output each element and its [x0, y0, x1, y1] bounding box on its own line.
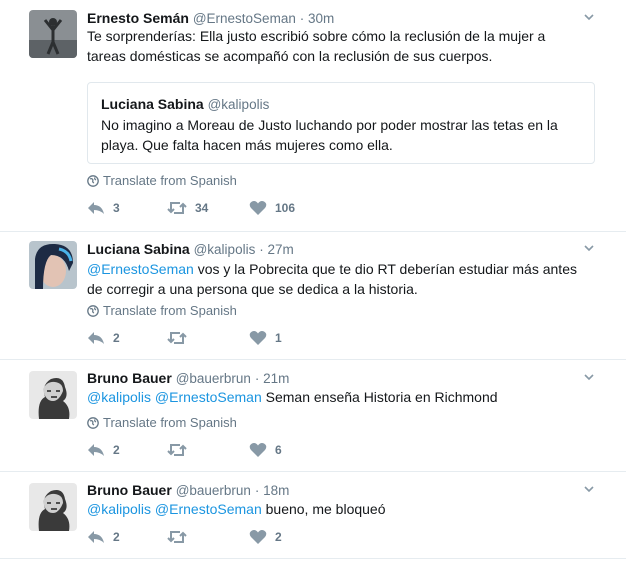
like-button[interactable]: 1 [249, 330, 282, 346]
mention-link[interactable]: @ErnestoSeman [87, 261, 194, 277]
globe-icon [87, 305, 99, 317]
retweet-button[interactable] [167, 330, 195, 346]
caret-down-icon[interactable] [584, 372, 594, 382]
mention-link[interactable]: @ErnestoSeman [155, 389, 262, 405]
retweet-button[interactable] [167, 529, 195, 545]
tweet-2[interactable]: Luciana Sabina @kalipolis · 27m @Ernesto… [0, 231, 626, 360]
author-name[interactable]: Luciana Sabina [87, 241, 190, 257]
author-handle[interactable]: @kalipolis [194, 242, 256, 257]
like-button[interactable]: 106 [249, 200, 295, 216]
tweet-text: @kalipolis @ErnestoSeman bueno, me bloqu… [87, 500, 587, 520]
tweet-4[interactable]: Bruno Bauer @bauerbrun · 18m @kalipolis … [0, 471, 626, 559]
heart-icon [249, 530, 267, 544]
reply-button[interactable]: 2 [87, 442, 120, 458]
reply-button[interactable]: 3 [87, 200, 120, 216]
retweet-icon [167, 202, 187, 214]
like-count: 1 [275, 331, 282, 345]
tweet-body: bueno, me bloqueó [261, 501, 386, 517]
quoted-author-handle: @kalipolis [207, 97, 270, 112]
caret-down-icon[interactable] [584, 484, 594, 494]
like-count: 2 [275, 530, 282, 544]
author-name[interactable]: Bruno Bauer [87, 370, 172, 386]
translate-label: Translate from Spanish [103, 303, 237, 318]
reply-count: 2 [113, 530, 120, 544]
reply-count: 2 [113, 443, 120, 457]
retweet-button[interactable] [167, 442, 195, 458]
reply-count: 3 [113, 201, 120, 215]
retweet-count: 34 [195, 201, 209, 215]
tweet-header: Ernesto Semán @ErnestoSeman · 30m [87, 10, 334, 26]
avatar[interactable] [29, 10, 77, 58]
reply-count: 2 [113, 331, 120, 345]
mention-link[interactable]: @kalipolis [87, 389, 151, 405]
like-button[interactable]: 2 [249, 529, 282, 545]
retweet-icon [167, 332, 187, 344]
globe-icon [87, 175, 99, 187]
reply-icon [88, 332, 104, 344]
tweet-header: Bruno Bauer @bauerbrun · 21m [87, 370, 289, 386]
reply-icon [88, 531, 104, 543]
mention-link[interactable]: @ErnestoSeman [155, 501, 262, 517]
avatar[interactable] [29, 371, 77, 419]
heart-icon [249, 443, 267, 457]
retweet-button[interactable]: 34 [167, 200, 208, 216]
tweet-3[interactable]: Bruno Bauer @bauerbrun · 21m @kalipolis … [0, 359, 626, 472]
author-handle[interactable]: @bauerbrun [176, 483, 251, 498]
quoted-author-name: Luciana Sabina [101, 96, 204, 112]
translate-label: Translate from Spanish [103, 415, 237, 430]
caret-down-icon[interactable] [584, 243, 594, 253]
mention-link[interactable]: @kalipolis [87, 501, 151, 517]
author-name[interactable]: Bruno Bauer [87, 482, 172, 498]
author-handle[interactable]: @bauerbrun [176, 371, 251, 386]
reply-icon [88, 444, 104, 456]
tweet-text: Te sorprenderías: Ella justo escribió so… [87, 28, 546, 64]
like-count: 106 [275, 201, 296, 215]
translate-link[interactable]: Translate from Spanish [87, 415, 237, 430]
timestamp[interactable]: · 18m [255, 483, 290, 498]
author-name[interactable]: Ernesto Semán [87, 10, 189, 26]
timestamp[interactable]: · 27m [259, 242, 294, 257]
like-count: 6 [275, 443, 282, 457]
tweet-body: Seman enseña Historia en Richmond [261, 389, 498, 405]
globe-icon [87, 417, 99, 429]
tweet-text: @kalipolis @ErnestoSeman Seman enseña Hi… [87, 388, 587, 408]
like-button[interactable]: 6 [249, 442, 282, 458]
tweet-1[interactable]: Ernesto Semán @ErnestoSeman · 30m Te sor… [0, 0, 626, 232]
author-handle[interactable]: @ErnestoSeman [193, 11, 296, 26]
avatar[interactable] [29, 483, 77, 531]
timestamp[interactable]: · 30m [300, 11, 335, 26]
avatar[interactable] [29, 241, 77, 289]
translate-link[interactable]: Translate from Spanish [87, 173, 237, 188]
retweet-icon [167, 444, 187, 456]
caret-down-icon[interactable] [584, 12, 594, 22]
tweet-header: Bruno Bauer @bauerbrun · 18m [87, 482, 289, 498]
tweet-header: Luciana Sabina @kalipolis · 27m [87, 241, 294, 257]
tweet-text: @ErnestoSeman vos y la Pobrecita que te … [87, 260, 587, 299]
quoted-tweet-text: No imagino a Moreau de Justo luchando po… [101, 117, 558, 153]
reply-button[interactable]: 2 [87, 529, 120, 545]
heart-icon [249, 331, 267, 345]
translate-link[interactable]: Translate from Spanish [87, 303, 237, 318]
heart-icon [249, 201, 267, 215]
translate-label: Translate from Spanish [103, 173, 237, 188]
quoted-tweet[interactable]: Luciana Sabina @kalipolis No imagino a M… [87, 82, 595, 164]
timestamp[interactable]: · 21m [255, 371, 290, 386]
reply-button[interactable]: 2 [87, 330, 120, 346]
reply-icon [88, 202, 104, 214]
retweet-icon [167, 531, 187, 543]
